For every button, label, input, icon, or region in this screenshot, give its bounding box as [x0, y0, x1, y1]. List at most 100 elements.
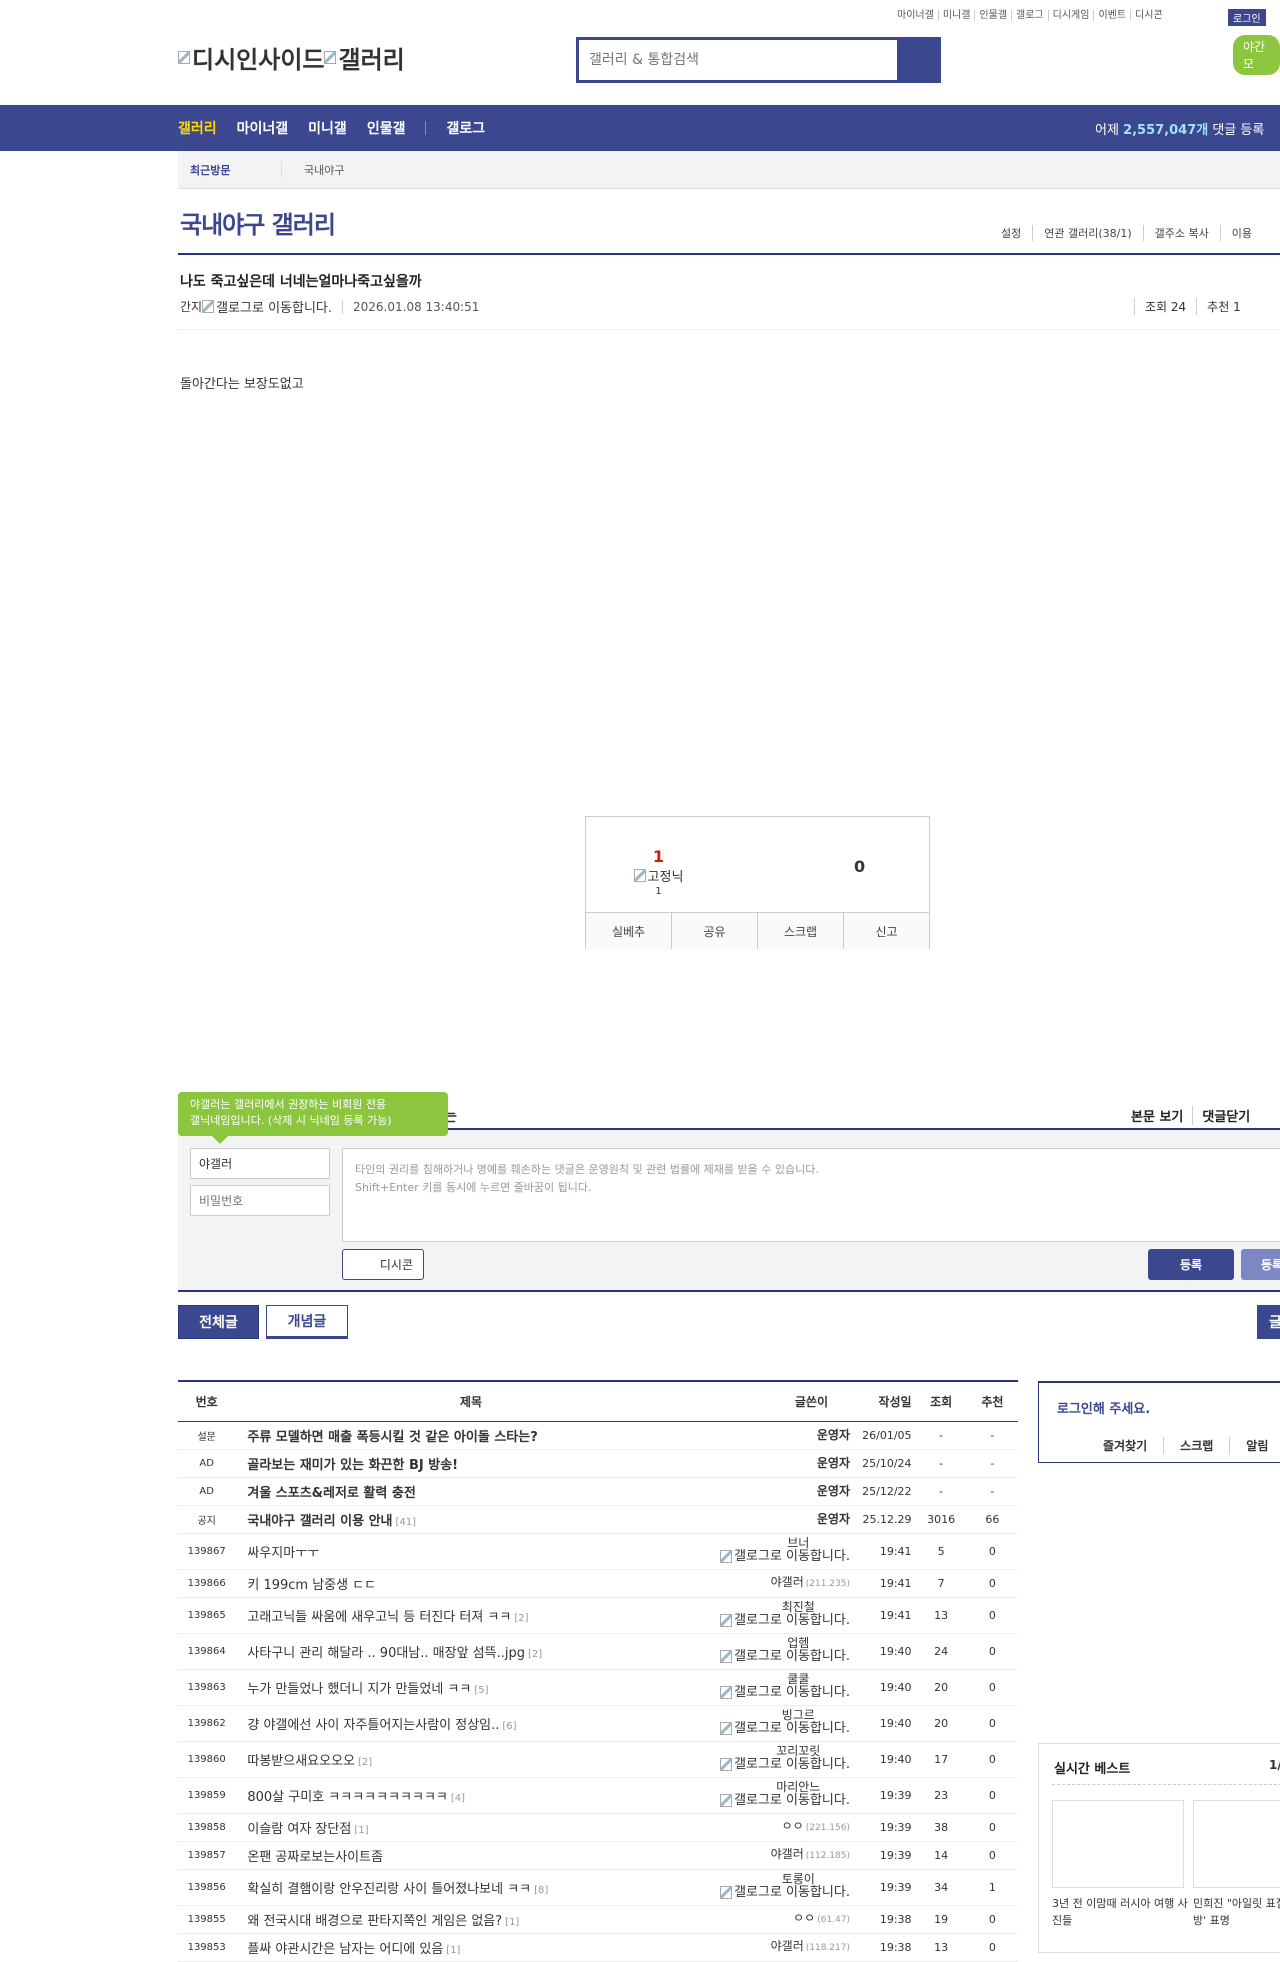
row-title-cell[interactable]: 걍 야갤에선 사이 자주틀어지는사람이 정상임.. [6] — [235, 1705, 707, 1742]
row-title[interactable]: 싸우지마ㅜㅜ — [247, 1546, 319, 1561]
row-title-cell[interactable]: 따봉받으새요오오오 [2] — [235, 1741, 707, 1778]
reply-count[interactable]: [2] — [514, 1613, 528, 1624]
nav-minor[interactable]: 마이너갤 — [237, 118, 289, 138]
gallog-icon[interactable]: 갤로그로 이동합니다. — [720, 1549, 850, 1564]
gallog-icon[interactable]: 갤로그로 이동합니다. — [720, 1721, 850, 1736]
register-recommend-button[interactable]: 등록 — [1241, 1249, 1280, 1280]
related-gallery-link[interactable]: 연관 갤러리(38/1) — [1032, 225, 1142, 241]
top-link-dccon[interactable]: 디시콘 — [1130, 10, 1167, 21]
register-button[interactable]: 등록 — [1148, 1249, 1234, 1280]
writer-nick[interactable]: 브너 — [707, 1536, 850, 1550]
logo-gallery[interactable]: 갤러리 — [324, 40, 404, 75]
recent-visit-item[interactable]: 국내야구 — [282, 162, 344, 178]
table-row[interactable]: AD 겨울 스포츠&레저로 활력 충전 운영자 25/12/22- - — [178, 1477, 1018, 1506]
row-title[interactable]: 걍 야갤에선 사이 자주틀어지는사람이 정상임.. — [247, 1718, 499, 1733]
row-title[interactable]: 누가 만들었나 했더니 지가 만들었네 ㅋㅋ — [247, 1682, 471, 1697]
login-prompt[interactable]: 로그인해 주세요. — [1057, 1398, 1150, 1417]
writer-nick[interactable]: 업헴 — [707, 1636, 850, 1650]
scrap-link[interactable]: 스크랩 — [1163, 1437, 1229, 1454]
best-thumbnail-1[interactable] — [1052, 1800, 1184, 1888]
writer-name[interactable]: 야갤러 — [771, 1575, 804, 1589]
gallog-icon[interactable]: 갤로그로 이동합니다. — [720, 1613, 850, 1628]
recommend-down-count[interactable]: 0 — [854, 857, 865, 876]
logo-dcinside[interactable]: 디시인사이드 — [178, 40, 324, 75]
writer-name[interactable]: ㅇㅇ — [782, 1819, 804, 1833]
favorites-link[interactable]: 즐겨찾기 — [1087, 1437, 1163, 1454]
row-title[interactable]: 따봉받으새요오오오 — [247, 1754, 355, 1769]
gallery-title[interactable]: 국내야구 갤러리 — [180, 205, 336, 240]
nickname-field[interactable] — [190, 1148, 330, 1179]
table-row[interactable]: 139856 확실히 결햄이랑 안우진리랑 사이 틀어졌나보네 ㅋㅋ [8] 토롱이 갤… — [178, 1869, 1018, 1906]
reply-count[interactable]: [41] — [396, 1517, 417, 1528]
share-button[interactable]: 공유 — [671, 913, 757, 949]
recommend-up[interactable]: 1 고정닉 1 — [616, 847, 701, 897]
writer-nick[interactable]: 토롱이 — [707, 1872, 850, 1886]
best-recommend-button[interactable]: 실베추 — [586, 913, 671, 949]
reply-count[interactable]: [5] — [474, 1685, 488, 1696]
top-link-minor[interactable]: 마이너갤 — [893, 10, 938, 21]
reply-count[interactable]: [2] — [358, 1757, 372, 1768]
row-title-cell[interactable]: 플싸 야관시간은 남자는 어디에 있음 [1] — [235, 1933, 707, 1962]
writer-nick[interactable]: 마리안느 — [707, 1780, 850, 1794]
table-row[interactable]: 139855 왜 전국시대 배경으로 판타지쪽인 게임은 없음? [1] ㅇㅇ (61.… — [178, 1905, 1018, 1934]
row-title[interactable]: 확실히 결햄이랑 안우진리랑 사이 틀어졌나보네 ㅋㅋ — [247, 1882, 531, 1897]
password-field[interactable] — [190, 1185, 330, 1216]
reply-count[interactable]: [1] — [446, 1945, 460, 1956]
row-title[interactable]: 겨울 스포츠&레저로 활력 충전 — [247, 1486, 415, 1501]
tab-recommended-posts[interactable]: 개념글 — [266, 1305, 348, 1339]
scrap-button[interactable]: 스크랩 — [757, 913, 843, 949]
row-title-cell[interactable]: 누가 만들었나 했더니 지가 만들었네 ㅋㅋ [5] — [235, 1669, 707, 1706]
row-title-cell[interactable]: 온팬 공짜로보는사이트좀 — [235, 1841, 707, 1870]
row-title[interactable]: 골라보는 재미가 있는 화끈한 BJ 방송! — [247, 1458, 458, 1473]
writer-name[interactable]: 운영자 — [817, 1456, 850, 1470]
gallog-icon[interactable]: 갤로그로 이동합니다. — [720, 1685, 850, 1700]
post-writer[interactable]: 간지 — [180, 298, 202, 315]
table-row[interactable]: 139858 이슬람 여자 장단점 [1] ㅇㅇ (221.156) 19:39 38 0 — [178, 1813, 1018, 1842]
row-title[interactable]: 사타구니 관리 해달라 .. 90대남.. 매장앞 섬뜩..jpg — [247, 1646, 525, 1661]
table-row[interactable]: 139860 따봉받으새요오오오 [2] 꼬리꼬릿 갤로그로 이동합니다. 19:40 17… — [178, 1741, 1018, 1778]
gallog-icon[interactable]: 갤로그로 이동합니다. — [720, 1649, 850, 1664]
comment-textarea[interactable]: 타인의 권리를 침해하거나 명예를 훼손하는 댓글은 운영원칙 및 관련 법률에… — [342, 1148, 1280, 1242]
table-row[interactable]: 139865 고래고닉들 싸움에 새우고닉 등 터진다 터져 ㅋㅋ [2] 최진철 갤로… — [178, 1597, 1018, 1634]
row-title-cell[interactable]: 주류 모델하면 매출 폭등시킬 것 같은 아이돌 스타는? — [235, 1421, 707, 1450]
table-row[interactable]: 공지 국내야구 갤러리 이용 안내 [41] 운영자 25.12.29 3016 66 — [178, 1505, 1018, 1534]
nav-gallery[interactable]: 갤러리 — [178, 118, 217, 138]
notification-link[interactable]: 알림 — [1229, 1437, 1280, 1454]
search-input[interactable] — [579, 40, 897, 80]
reply-count[interactable]: [8] — [534, 1885, 548, 1896]
writer-nick[interactable]: 꼬리꼬릿 — [707, 1744, 850, 1758]
gallog-icon[interactable]: 갤로그로 이동합니다. — [202, 297, 332, 316]
writer-name[interactable]: ㅇㅇ — [793, 1911, 815, 1925]
table-row[interactable]: 139853 플싸 야관시간은 남자는 어디에 있음 [1] 야갤러 (118.217)… — [178, 1933, 1018, 1962]
writer-nick[interactable]: 빙그르 — [707, 1708, 850, 1722]
close-comments-link[interactable]: 댓글닫기 — [1192, 1106, 1259, 1125]
report-button[interactable]: 신고 — [843, 913, 929, 949]
row-title[interactable]: 국내야구 갤러리 이용 안내 — [247, 1514, 392, 1529]
table-row[interactable]: 139863 누가 만들었나 했더니 지가 만들었네 ㅋㅋ [5] 쿨쿨 갤로그로 이동… — [178, 1669, 1018, 1706]
usage-link[interactable]: 이용 — [1219, 225, 1263, 241]
row-title-cell[interactable]: 싸우지마ㅜㅜ — [235, 1533, 707, 1570]
best-caption-1[interactable]: 3년 전 이맘때 러시아 여행 사진들 — [1052, 1895, 1188, 1929]
row-title-cell[interactable]: 겨울 스포츠&레저로 활력 충전 — [235, 1477, 707, 1506]
view-body-link[interactable]: 본문 보기 — [1122, 1106, 1192, 1125]
nav-gallog[interactable]: 갤로그 — [446, 118, 485, 138]
gallog-icon[interactable]: 갤로그로 이동합니다. — [720, 1885, 850, 1900]
row-title-cell[interactable]: 왜 전국시대 배경으로 판타지쪽인 게임은 없음? [1] — [235, 1905, 707, 1934]
copy-address-link[interactable]: 갤주소 복사 — [1142, 225, 1220, 241]
table-row[interactable]: 139862 걍 야갤에선 사이 자주틀어지는사람이 정상임.. [6] 빙그르 갤로그… — [178, 1705, 1018, 1742]
logo[interactable]: 디시인사이드 갤러리 — [178, 40, 405, 75]
best-caption-2[interactable]: 민희진 "아일릿 표절NO, '모방' 표명 — [1193, 1895, 1280, 1929]
top-link-gallog[interactable]: 갤로그 — [1011, 10, 1048, 21]
row-title-cell[interactable]: 사타구니 관리 해달라 .. 90대남.. 매장앞 섬뜩..jpg [2] — [235, 1633, 707, 1670]
nav-mini[interactable]: 미니갤 — [308, 118, 347, 138]
row-title[interactable]: 주류 모델하면 매출 폭등시킬 것 같은 아이돌 스타는? — [247, 1430, 537, 1445]
writer-name[interactable]: 운영자 — [817, 1484, 850, 1498]
nav-person[interactable]: 인물갤 — [367, 118, 406, 138]
writer-name[interactable]: 야갤러 — [771, 1847, 804, 1861]
tab-all-posts[interactable]: 전체글 — [178, 1305, 259, 1339]
writer-nick[interactable]: 쿨쿨 — [707, 1672, 850, 1686]
row-title-cell[interactable]: 확실히 결햄이랑 안우진리랑 사이 틀어졌나보네 ㅋㅋ [8] — [235, 1869, 707, 1906]
reply-count[interactable]: [4] — [451, 1793, 465, 1804]
row-title-cell[interactable]: 국내야구 갤러리 이용 안내 [41] — [235, 1505, 707, 1534]
gallog-icon[interactable]: 갤로그로 이동합니다. — [720, 1757, 850, 1772]
